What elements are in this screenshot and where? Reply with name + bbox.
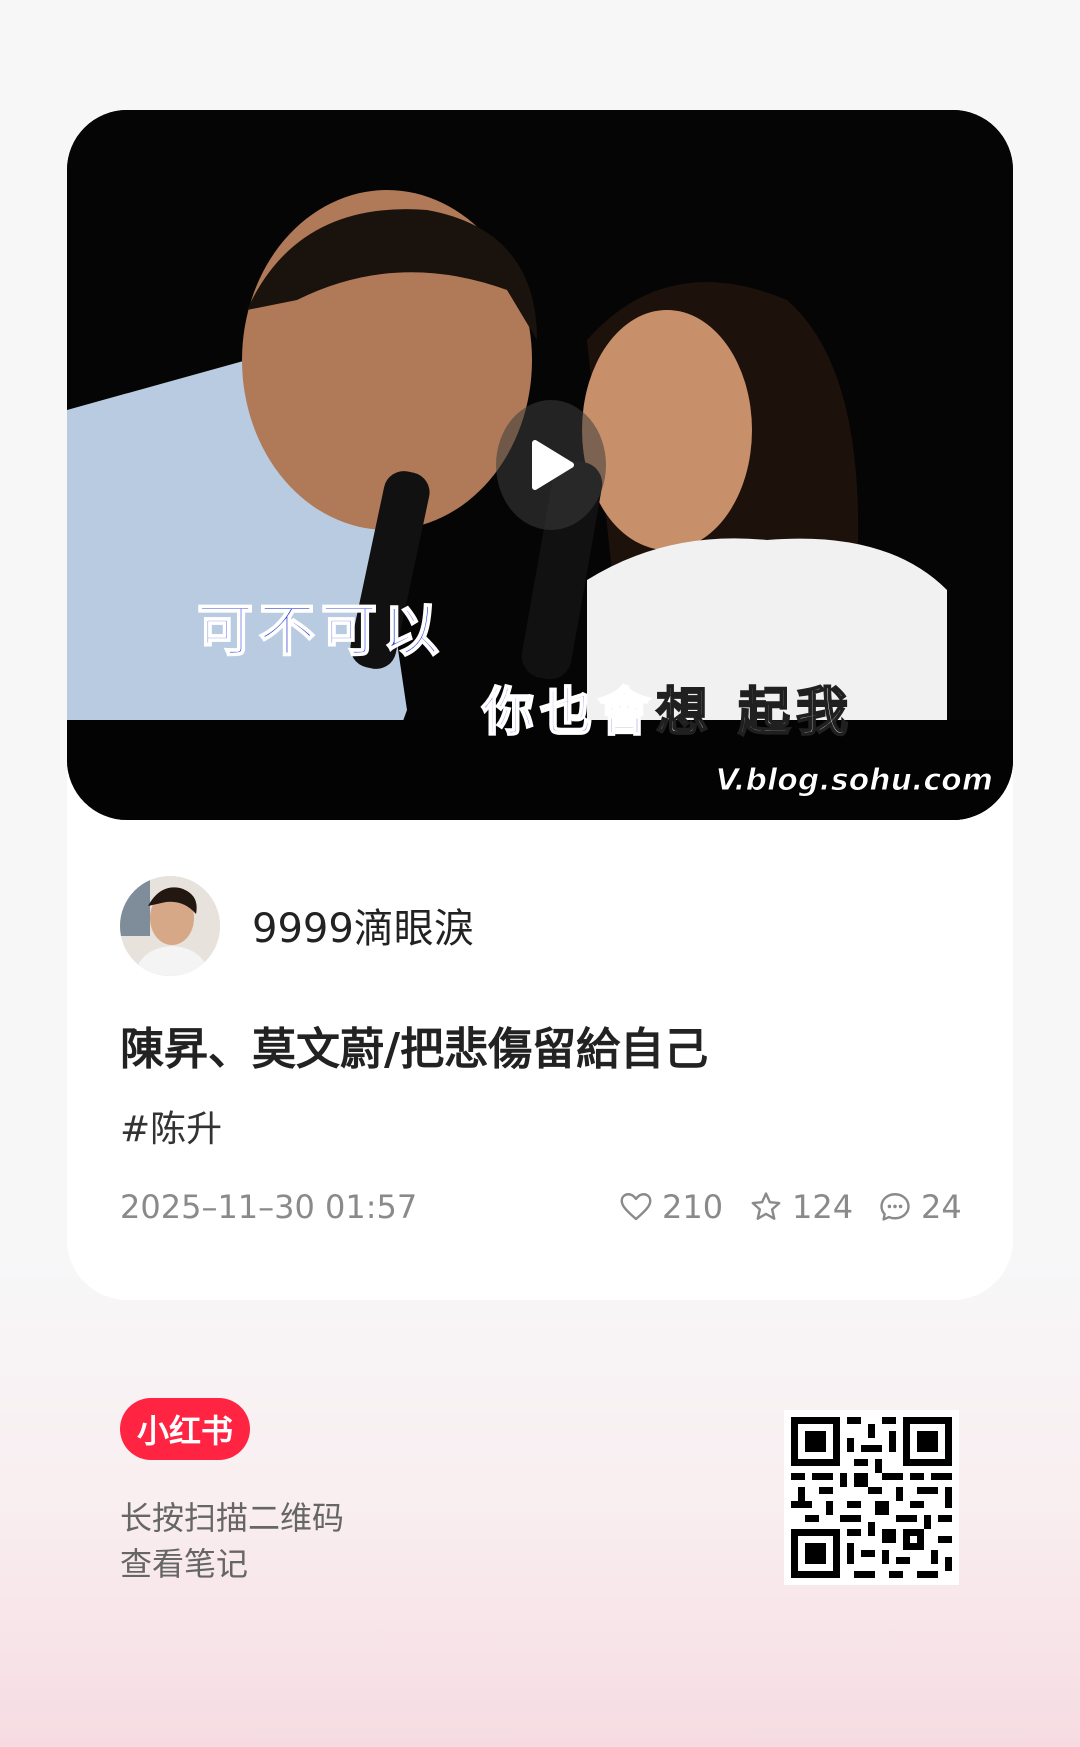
karaoke-caption-unsung: 想 起我 (655, 682, 855, 744)
scan-hint-line1: 长按扫描二维码 (120, 1499, 345, 1537)
play-icon (532, 440, 574, 490)
heart-icon (620, 1193, 652, 1221)
karaoke-caption-left: 可不可以 (196, 598, 445, 665)
qr-code-image (784, 1410, 959, 1585)
note-title: 陳昇、莫文蔚/把悲傷留給自己 (120, 1024, 709, 1075)
karaoke-caption-right: 你也會想 起我 (481, 670, 855, 745)
like-stat[interactable]: 210 (618, 1188, 723, 1226)
xiaohongshu-logo: 小红书 (120, 1398, 250, 1460)
note-timestamp: 2025–11–30 01:57 (120, 1188, 418, 1226)
favorite-stat[interactable]: 124 (748, 1188, 853, 1226)
favorite-count: 124 (792, 1188, 854, 1226)
comment-count: 24 (921, 1188, 962, 1226)
scan-hint: 长按扫描二维码 查看笔记 (120, 1495, 344, 1587)
like-count: 210 (662, 1188, 724, 1226)
author-name[interactable]: 9999滴眼淚 (252, 896, 474, 954)
author-avatar[interactable] (120, 876, 220, 976)
comment-stat[interactable]: 24 (877, 1188, 962, 1226)
comment-icon (880, 1193, 910, 1221)
karaoke-caption-highlighted: 你也會 (481, 682, 657, 744)
star-icon (751, 1192, 781, 1220)
hashtag[interactable]: #陈升 (120, 1100, 222, 1152)
video-watermark: V.blog.sohu.com (715, 763, 993, 799)
scan-hint-line2: 查看笔记 (120, 1545, 249, 1583)
qr-code[interactable] (784, 1410, 959, 1585)
play-button[interactable] (496, 400, 606, 530)
avatar-image (120, 876, 220, 976)
